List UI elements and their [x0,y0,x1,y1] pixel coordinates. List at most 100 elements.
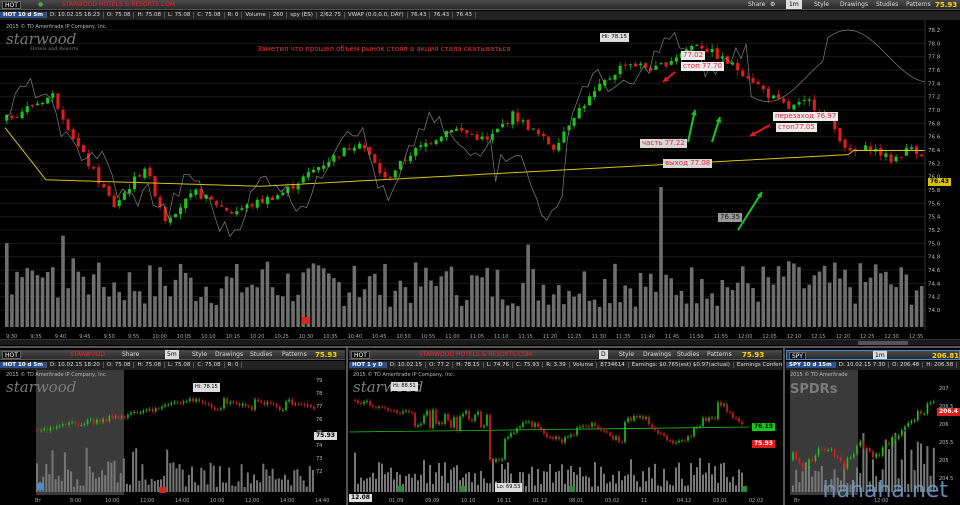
drawings-button[interactable]: Drawings [840,0,868,9]
volume-bar [536,300,541,327]
symbol-input[interactable]: HOT [2,1,21,9]
panel2-candle [495,459,497,462]
panel2-volume-bar [492,458,494,492]
panel1-volume-bar [116,482,119,492]
candle-body [833,119,837,130]
panel1-chart[interactable]: 7978777675747372Вт8:0010:0012:0014:0010:… [0,370,345,505]
volume-bar [689,267,694,327]
candle-body [255,199,259,208]
panel2-candle [717,402,719,420]
panel3-candle [824,449,826,451]
panel1-patterns-button[interactable]: Patterns [282,350,307,359]
panel1-share-button[interactable]: Share [122,350,139,359]
candle-body [557,142,561,151]
main-chart[interactable]: 78.2 78.0 77.8 77.6 77.4 77.2 77.0 76.8 76.6 76.4… [0,20,960,345]
panel1-studies-button[interactable]: Studies [250,350,272,359]
panel3-candle [907,423,909,427]
green-arrow [737,191,763,231]
panel2-volume-bar [735,485,737,492]
gear-icon[interactable]: ⚙ [770,0,775,9]
candle-body [700,45,704,49]
panel1-toolbar: HOT STARWOOD Share 5m Style Drawings Stu… [0,350,345,360]
panel2-timeframe-button[interactable]: D [599,350,608,359]
panel2-candle [510,432,512,437]
candle-body [593,91,597,98]
candle-body [301,176,305,183]
panel2-candle [519,426,521,429]
panel-divider[interactable] [0,346,960,348]
panel1-candle [145,409,148,411]
panel1-candle [52,427,55,429]
volume-bar [45,272,50,327]
main-info-field: 2/62.75 [316,12,346,18]
panel2-volume-bar [654,463,656,492]
studies-button[interactable]: Studies [876,0,898,9]
panel-divider[interactable] [346,348,348,505]
note-76-35: 76.35 [718,213,743,222]
panel1-candle [306,405,309,407]
panel2-candle [687,436,689,441]
panel1-candle [297,403,300,405]
event-icon[interactable] [302,317,310,324]
panel2-volume-bar [477,484,479,492]
panel3-candle [923,413,925,415]
panel1-symbol-input[interactable]: HOT [2,351,21,359]
panel2-volume-bar [444,462,446,492]
volume-bar [684,303,689,327]
panel1-volume-bar [91,472,94,492]
price-axis-label: 74.4 [928,281,941,287]
panel1-candle [282,410,284,412]
volume-bar [899,267,904,327]
link-icon[interactable]: ● [38,0,43,9]
candle-body [35,103,39,106]
panel2-volume-bar [528,473,530,492]
panel1-timeframe-button[interactable]: 5m [165,350,179,359]
candle-body [332,155,336,162]
panel2-symbol-input[interactable]: HOT [351,351,370,359]
panel2-candle [384,407,386,409]
volume-bar [408,302,413,327]
panel2-patterns-button[interactable]: Patterns [707,350,732,359]
panel2-volume-bar [732,476,734,492]
panel1-volume-bar [305,486,308,492]
panel2-candle [399,412,401,414]
panel3-timeframe-button[interactable]: 1m [873,351,887,359]
panel1-volume-bar [246,472,249,492]
panel1-drawings-button[interactable]: Drawings [215,350,243,359]
style-button[interactable]: Style [814,0,829,9]
panel3-candle [837,456,839,458]
panel2-time-label: 01.09 [389,498,403,504]
panel2-volume-bar [417,480,419,492]
panel3-candle [917,410,919,421]
candle-body [654,65,658,70]
candle-body [787,101,791,109]
share-button[interactable]: Share [748,0,765,9]
panel2-candle [741,421,743,425]
panel2-candle [609,432,611,436]
scroll-thumb[interactable] [858,341,908,345]
panel3-symbol-input[interactable]: SPY [789,352,806,359]
panel1-candle [133,411,135,413]
candle-body [439,136,443,142]
panel1-info-field: O: 75.08 [103,362,135,368]
panel1-candle [223,398,225,409]
volume-bar [827,282,832,327]
panel2-drawings-button[interactable]: Drawings [643,350,671,359]
panel2-style-button[interactable]: Style [619,350,634,359]
panel2-candle [735,417,737,419]
panel1-style-button[interactable]: Style [192,350,207,359]
patterns-button[interactable]: Patterns [906,0,931,9]
panel1-volume-bar [178,464,181,492]
timeframe-button[interactable]: 1m [786,0,802,9]
panel2-candle [408,410,410,413]
volume-bar [332,278,336,327]
panel2-chart[interactable]: 01.09 09.09 10.10 16.11 01.12 08.01 03.02 11 04.… [349,370,782,505]
panel-divider[interactable] [783,348,785,505]
candle-body [51,93,55,98]
panel1-volume-bar [284,474,286,492]
main-scrollbar[interactable] [0,339,960,345]
panel3-candle [856,445,858,454]
panel2-studies-button[interactable]: Studies [677,350,699,359]
price-axis-label: 74.0 [928,308,941,314]
panel2-candle [627,418,629,422]
